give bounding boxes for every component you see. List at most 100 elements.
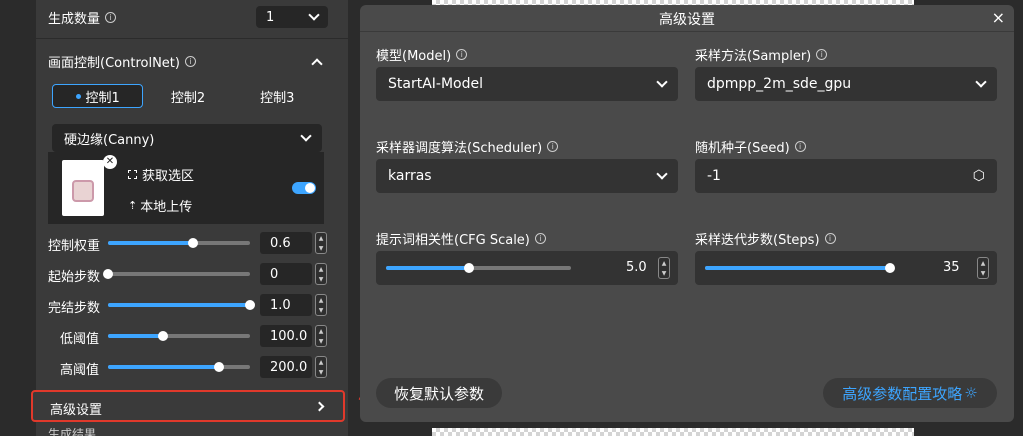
toggle-knob xyxy=(305,183,315,193)
chevron-up-icon[interactable]: ▲ xyxy=(319,297,324,304)
control-image-thumbnail[interactable] xyxy=(62,160,104,216)
chevron-down-icon[interactable]: ▼ xyxy=(319,369,324,376)
preprocessor-select[interactable]: 硬边缘(Canny) xyxy=(52,124,322,152)
cfg-slider-knob[interactable] xyxy=(464,263,475,273)
chevron-down-icon xyxy=(656,168,668,180)
param-slider[interactable] xyxy=(108,331,250,341)
param-label: 完结步数 xyxy=(48,301,101,316)
chevron-up-icon[interactable]: ▲ xyxy=(662,260,667,267)
seed-value: -1 xyxy=(707,168,721,184)
param-slider-fill xyxy=(108,241,194,245)
model-value: StartAI-Model xyxy=(388,76,483,92)
chevron-down-icon[interactable]: ▼ xyxy=(981,270,986,277)
param-slider-knob[interactable] xyxy=(103,269,113,279)
sampler-value: dpmpp_2m_sde_gpu xyxy=(707,76,852,92)
selection-icon xyxy=(128,169,137,179)
steps-stepper[interactable]: ▲ ▼ xyxy=(977,257,989,279)
info-icon: i xyxy=(184,56,196,67)
seed-input[interactable]: -1 ⬡ xyxy=(695,159,997,193)
param-slider-knob[interactable] xyxy=(213,362,224,372)
chevron-down-icon[interactable]: ▼ xyxy=(319,338,324,345)
chevron-down-icon xyxy=(656,76,668,88)
chevron-down-icon[interactable]: ▼ xyxy=(662,270,667,277)
cfg-value[interactable]: 5.0 xyxy=(626,260,647,275)
model-label: 模型(Model) xyxy=(376,49,452,64)
chevron-up-icon[interactable]: ▲ xyxy=(319,235,324,242)
reset-defaults-button[interactable]: 恢复默认参数 xyxy=(376,378,502,408)
chevron-right-icon xyxy=(314,401,325,412)
info-icon: i xyxy=(547,141,559,152)
close-icon[interactable]: × xyxy=(992,8,1005,27)
steps-label: 采样迭代步数(Steps) xyxy=(695,233,820,248)
param-value[interactable]: 0 xyxy=(260,263,312,285)
steps-slider-knob[interactable] xyxy=(885,263,895,273)
chevron-down-icon[interactable]: ▼ xyxy=(319,276,324,283)
chevron-down-icon[interactable]: ▼ xyxy=(319,307,324,314)
param-slider[interactable] xyxy=(108,238,250,248)
chevron-down-icon[interactable]: ▼ xyxy=(319,245,324,252)
scheduler-label-row: 采样器调度算法(Scheduler) i xyxy=(376,137,559,156)
info-icon: i xyxy=(816,49,828,60)
steps-label-row: 采样迭代步数(Steps) i xyxy=(695,229,836,248)
gen-count-select[interactable]: 1 xyxy=(256,6,328,28)
param-value[interactable]: 0.6 xyxy=(260,232,312,254)
cfg-slider[interactable] xyxy=(386,263,571,273)
advanced-settings-row[interactable]: 高级设置 xyxy=(31,390,345,422)
canvas-edge-bottom xyxy=(432,428,914,436)
local-upload-button[interactable]: ⇡ 本地上传 xyxy=(122,194,199,216)
param-slider-fill xyxy=(108,365,219,369)
scheduler-value: karras xyxy=(388,168,432,184)
param-stepper[interactable]: ▲ ▼ xyxy=(315,356,327,378)
cfg-label: 提示词相关性(CFG Scale) xyxy=(376,233,530,248)
controlnet-header[interactable]: 画面控制(ControlNet) i xyxy=(48,52,196,71)
param-stepper[interactable]: ▲ ▼ xyxy=(315,325,327,347)
tab-label: 控制3 xyxy=(260,90,295,106)
tab-control-3[interactable]: 控制3 xyxy=(233,84,322,108)
param-slider-knob[interactable] xyxy=(245,300,255,310)
param-stepper[interactable]: ▲ ▼ xyxy=(315,232,327,254)
tab-control-1[interactable]: 控制1 xyxy=(52,84,144,108)
param-value[interactable]: 100.0 xyxy=(260,325,312,347)
get-selection-button[interactable]: 获取选区 xyxy=(122,163,201,185)
model-label-row: 模型(Model) i xyxy=(376,45,468,64)
param-slider[interactable] xyxy=(108,362,250,372)
param-slider-fill xyxy=(108,303,250,307)
chevron-up-icon[interactable]: ▲ xyxy=(319,328,324,335)
tab-control-2[interactable]: 控制2 xyxy=(143,84,232,108)
scheduler-select[interactable]: karras xyxy=(376,159,678,193)
steps-slider-fill xyxy=(705,266,890,270)
remove-image-icon[interactable]: ✕ xyxy=(103,155,117,169)
param-slider[interactable] xyxy=(103,269,250,279)
chevron-up-icon[interactable]: ▲ xyxy=(319,359,324,366)
model-select[interactable]: StartAI-Model xyxy=(376,67,678,101)
chevron-up-icon[interactable]: ▲ xyxy=(319,266,324,273)
dice-icon[interactable]: ⬡ xyxy=(973,168,985,184)
param-slider[interactable] xyxy=(108,300,255,310)
sampler-select[interactable]: dpmpp_2m_sde_gpu xyxy=(695,67,997,101)
lightbulb-icon: ☼ xyxy=(964,384,978,402)
cfg-control: 5.0 ▲ ▼ xyxy=(376,251,678,285)
param-stepper[interactable]: ▲ ▼ xyxy=(315,263,327,285)
get-selection-label: 获取选区 xyxy=(142,168,195,184)
steps-slider[interactable] xyxy=(705,263,895,273)
param-value[interactable]: 200.0 xyxy=(260,356,312,378)
chevron-up-icon[interactable]: ▲ xyxy=(981,260,986,267)
param-label: 高阈值 xyxy=(60,363,100,378)
divider xyxy=(36,38,348,39)
enable-toggle[interactable] xyxy=(292,182,316,194)
param-value[interactable]: 1.0 xyxy=(260,294,312,316)
advanced-settings-dialog: 高级设置 × 模型(Model) i StartAI-Model 采样方法(Sam… xyxy=(360,5,1014,422)
param-stepper[interactable]: ▲ ▼ xyxy=(315,294,327,316)
gen-count-value: 1 xyxy=(266,9,275,25)
advanced-guide-button[interactable]: 高级参数配置攻略 ☼ xyxy=(823,378,997,408)
steps-value[interactable]: 35 xyxy=(943,260,960,275)
sampler-label: 采样方法(Sampler) xyxy=(695,49,812,64)
cfg-stepper[interactable]: ▲ ▼ xyxy=(658,257,670,279)
preprocessor-value: 硬边缘(Canny) xyxy=(64,132,155,148)
param-label: 起始步数 xyxy=(48,270,101,285)
cup-image xyxy=(72,180,94,202)
gen-count-label: 生成数量 xyxy=(48,12,101,27)
info-icon: i xyxy=(794,141,806,152)
control-tabs: 控制1 控制2 控制3 xyxy=(52,84,322,108)
active-dot-icon xyxy=(75,93,81,99)
